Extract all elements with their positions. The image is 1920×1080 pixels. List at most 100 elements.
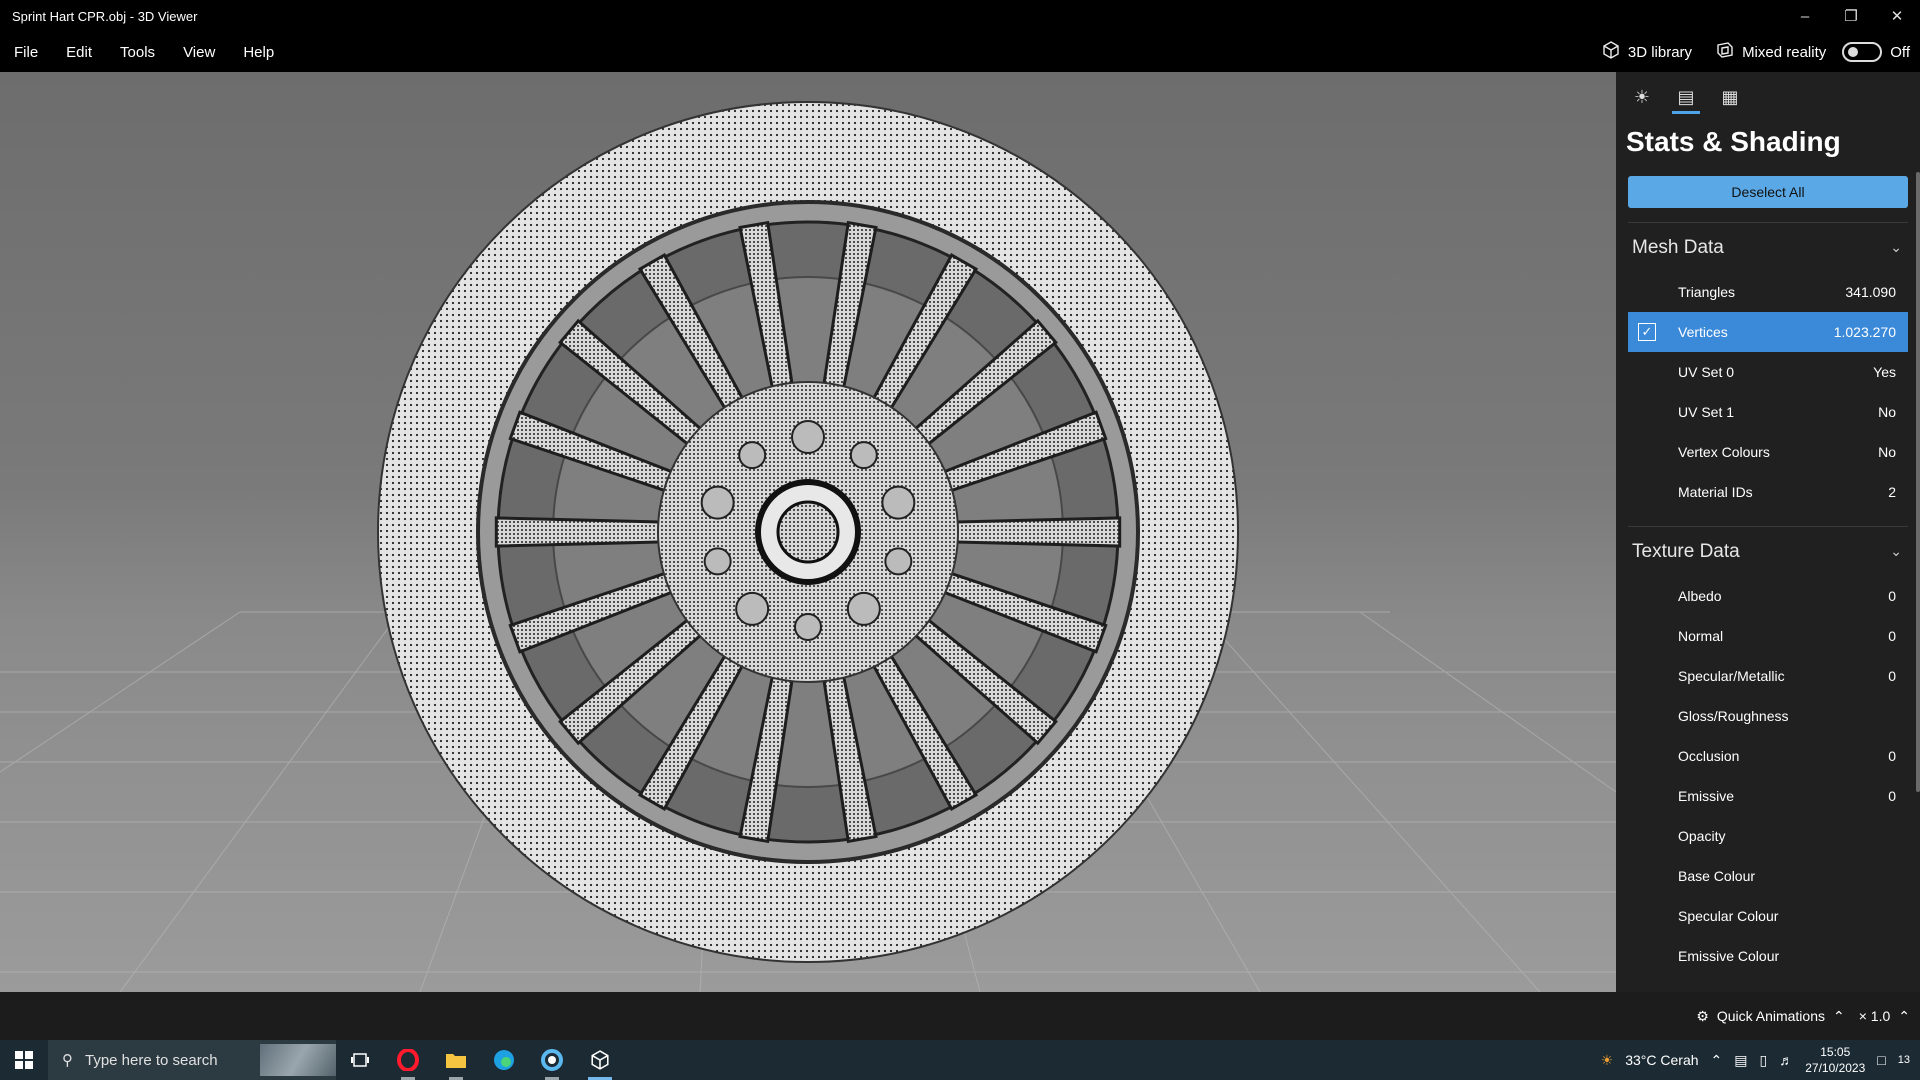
mesh-row-material-ids[interactable]: Material IDs 2 <box>1628 472 1908 512</box>
menu-edit[interactable]: Edit <box>52 32 106 72</box>
texture-row-specular-metallic[interactable]: Specular/Metallic 0 <box>1628 656 1908 696</box>
restore-icon[interactable]: ❐ <box>1828 0 1874 32</box>
windows-start-icon[interactable] <box>0 1040 48 1080</box>
menu-tools[interactable]: Tools <box>106 32 169 72</box>
row-value: 0 <box>1888 748 1896 764</box>
mixed-reality-button[interactable]: Mixed reality <box>1708 41 1834 63</box>
3d-viewer-taskbar-icon[interactable] <box>576 1040 624 1080</box>
file-explorer-icon[interactable] <box>432 1040 480 1080</box>
mesh-data-title: Mesh Data <box>1632 236 1724 258</box>
panel-scrollbar[interactable] <box>1916 172 1920 792</box>
row-value: 1.023.270 <box>1833 324 1896 340</box>
stats-panel: ☀ ▤ ▦ Stats & Shading Deselect All Mesh … <box>1616 72 1920 992</box>
texture-row-albedo[interactable]: Albedo 0 <box>1628 576 1908 616</box>
texture-row-occlusion[interactable]: Occlusion 0 <box>1628 736 1908 776</box>
notification-count: 13 <box>1897 1054 1910 1066</box>
row-label: Albedo <box>1678 588 1722 604</box>
texture-row-specular-colour[interactable]: Specular Colour <box>1628 896 1908 936</box>
weather-text[interactable]: 33°C Cerah <box>1625 1052 1698 1068</box>
menu-bar: File Edit Tools View Help 3D library Mix… <box>0 32 1920 72</box>
volume-icon[interactable]: ♬ <box>1779 1052 1793 1068</box>
quick-animations-label: Quick Animations <box>1716 1008 1825 1024</box>
row-value: No <box>1878 444 1896 460</box>
menu-help[interactable]: Help <box>229 32 288 72</box>
row-label: UV Set 1 <box>1678 404 1735 420</box>
texture-row-normal[interactable]: Normal 0 <box>1628 616 1908 656</box>
quick-animations-button[interactable]: ⚙ Quick Animations ⌃ <box>1696 1008 1844 1025</box>
mixed-reality-icon <box>1716 41 1734 63</box>
cube-icon <box>1602 41 1620 63</box>
speed-control[interactable]: × 1.0 ⌃ <box>1859 1008 1910 1025</box>
clock-time: 15:05 <box>1820 1045 1851 1059</box>
row-value: No <box>1878 404 1896 420</box>
wheel-model-render <box>0 101 1616 992</box>
row-label: Vertices <box>1678 324 1728 340</box>
notifications-icon[interactable]: □ <box>1877 1052 1885 1068</box>
title-bar: Sprint Hart CPR.obj - 3D Viewer – ❐ ✕ <box>0 0 1920 32</box>
panel-title: Stats & Shading <box>1626 126 1841 157</box>
app-ring-icon[interactable] <box>528 1040 576 1080</box>
lug-hole <box>738 441 767 470</box>
row-label: Triangles <box>1678 284 1736 300</box>
weather-icon[interactable]: ☀ <box>1601 1052 1614 1069</box>
row-label: Base Colour <box>1678 868 1756 884</box>
chevron-up-icon: ⌃ <box>1833 1007 1845 1024</box>
window-title: Sprint Hart CPR.obj - 3D Viewer <box>12 8 198 24</box>
texture-row-gloss-roughness[interactable]: Gloss/Roughness <box>1628 696 1908 736</box>
row-label: Occlusion <box>1678 748 1740 764</box>
texture-row-emissive[interactable]: Emissive 0 <box>1628 776 1908 816</box>
texture-data-title: Texture Data <box>1632 540 1740 562</box>
mesh-row-uv-set-0[interactable]: UV Set 0 Yes <box>1628 352 1908 392</box>
menu-view[interactable]: View <box>169 32 229 72</box>
edge-icon[interactable] <box>480 1040 528 1080</box>
mesh-row-triangles[interactable]: Triangles 341.090 <box>1628 272 1908 312</box>
mixed-reality-toggle[interactable] <box>1842 42 1883 62</box>
row-value: 0 <box>1888 788 1896 804</box>
menu-right-group: 3D library Mixed reality Off <box>1594 41 1920 63</box>
wheel-spoke <box>494 516 670 548</box>
clock[interactable]: 15:05 27/10/2023 <box>1805 1044 1865 1076</box>
close-icon[interactable]: ✕ <box>1874 0 1920 32</box>
mesh-row-uv-set-1[interactable]: UV Set 1 No <box>1628 392 1908 432</box>
lug-hole <box>794 613 822 641</box>
panel-tabs: ☀ ▤ ▦ <box>1616 72 1920 116</box>
mixed-reality-label: Mixed reality <box>1742 43 1827 61</box>
lug-hole <box>703 547 732 576</box>
chevron-down-icon: ⌄ <box>1890 239 1902 255</box>
lug-hole <box>881 485 916 520</box>
battery-icon[interactable]: ▯ <box>1760 1052 1768 1069</box>
deselect-all-button[interactable]: Deselect All <box>1628 176 1908 208</box>
lug-hole <box>735 591 770 626</box>
search-highlight-image <box>260 1044 336 1076</box>
3d-library-button[interactable]: 3D library <box>1594 41 1700 63</box>
row-label: Specular Colour <box>1678 908 1779 924</box>
texture-row-opacity[interactable]: Opacity <box>1628 816 1908 856</box>
row-label: UV Set 0 <box>1678 364 1735 380</box>
row-label: Emissive <box>1678 788 1735 804</box>
minimize-icon[interactable]: – <box>1782 0 1828 32</box>
opera-icon[interactable] <box>384 1040 432 1080</box>
checkbox-checked-icon[interactable]: ✓ <box>1638 323 1656 341</box>
texture-row-emissive-colour[interactable]: Emissive Colour <box>1628 936 1908 976</box>
network-icon[interactable]: ▤ <box>1734 1052 1747 1069</box>
taskbar-search-input[interactable]: ⚲ Type here to search <box>48 1040 336 1080</box>
mesh-row-vertices[interactable]: ✓ Vertices 1.023.270 <box>1628 312 1908 352</box>
lug-hole <box>884 547 913 576</box>
3d-viewport[interactable] <box>0 72 1616 992</box>
mesh-row-vertex-colours[interactable]: Vertex Colours No <box>1628 432 1908 472</box>
grid-icon[interactable]: ▦ <box>1716 84 1744 114</box>
chevron-up-icon[interactable]: ⌃ <box>1711 1052 1723 1069</box>
row-label: Specular/Metallic <box>1678 668 1785 684</box>
row-label: Emissive Colour <box>1678 948 1780 964</box>
stats-icon[interactable]: ▤ <box>1672 84 1700 114</box>
texture-row-base-colour[interactable]: Base Colour <box>1628 856 1908 896</box>
system-tray: ☀ 33°C Cerah ⌃ ▤ ▯ ♬ 15:05 27/10/2023 □ … <box>1601 1044 1920 1076</box>
menu-file[interactable]: File <box>0 32 52 72</box>
clock-date: 27/10/2023 <box>1805 1061 1866 1075</box>
texture-data-header[interactable]: Texture Data ⌄ <box>1628 526 1908 576</box>
search-icon: ⚲ <box>62 1052 73 1069</box>
lighting-icon[interactable]: ☀ <box>1628 84 1656 114</box>
mesh-data-header[interactable]: Mesh Data ⌄ <box>1628 222 1908 272</box>
row-value: 341.090 <box>1845 284 1896 300</box>
task-view-icon[interactable] <box>336 1040 384 1080</box>
